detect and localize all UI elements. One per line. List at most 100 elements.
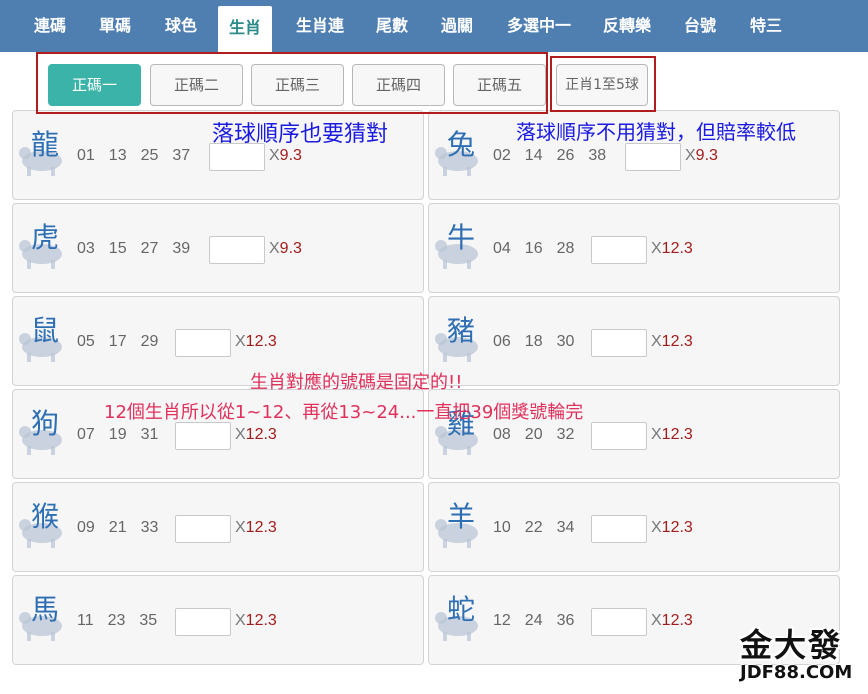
bet-amount-input[interactable] <box>625 143 681 171</box>
nav-item-wei-shu[interactable]: 尾數 <box>364 4 420 48</box>
odds-label: X12.3 <box>651 576 693 666</box>
nav-item-sheng-xiao-lian[interactable]: 生肖連 <box>284 4 356 48</box>
zodiac-number: 21 <box>108 519 127 536</box>
zodiac-numbers: 09 21 33 <box>77 483 172 573</box>
bet-amount-input[interactable] <box>209 236 265 264</box>
zodiac-number: 12 <box>493 612 511 629</box>
odds-prefix: X <box>651 612 662 629</box>
odds-value: 9.3 <box>695 147 718 164</box>
odds-value: 9.3 <box>279 147 302 164</box>
odds-label: X12.3 <box>235 576 277 666</box>
bet-amount-input[interactable] <box>175 608 231 636</box>
zodiac-name: 豬 <box>447 314 476 347</box>
zodiac-number: 17 <box>108 333 127 350</box>
odds-prefix: X <box>269 240 280 257</box>
zodiac-number: 37 <box>172 147 191 164</box>
nav-item-te-san[interactable]: 特三 <box>736 4 796 48</box>
odds-prefix: X <box>235 426 246 443</box>
zodiac-card: 馬 11 23 35 X12.3 <box>12 575 424 665</box>
zodiac-name: 兔 <box>447 128 476 161</box>
horse-icon: 馬 <box>17 588 69 654</box>
zodiac-number: 27 <box>140 240 159 257</box>
bet-amount-input[interactable] <box>591 422 647 450</box>
rabbit-icon: 兔 <box>433 123 485 189</box>
odds-label: X9.3 <box>269 204 302 294</box>
odds-value: 9.3 <box>279 240 302 257</box>
odds-value: 12.3 <box>661 426 693 443</box>
zodiac-numbers: 05 17 29 <box>77 297 172 387</box>
zodiac-number: 11 <box>77 612 94 629</box>
zodiac-card: 羊 10 22 34 X12.3 <box>428 482 840 572</box>
zodiac-number: 39 <box>172 240 191 257</box>
odds-value: 12.3 <box>245 333 277 350</box>
zodiac-number: 07 <box>77 426 95 443</box>
zodiac-number: 36 <box>556 612 575 629</box>
zodiac-number: 04 <box>493 240 511 257</box>
nav-item-fan-zhuan-le[interactable]: 反轉樂 <box>592 4 662 48</box>
zodiac-number: 06 <box>493 333 511 350</box>
snake-icon: 蛇 <box>433 588 485 654</box>
annotation-rotation-note: 12個生肖所以從1~12、再從13~24...一直把39個獎號輪完 <box>104 402 584 423</box>
odds-label: X12.3 <box>235 483 277 573</box>
zodiac-card: 虎 03 15 27 39 X9.3 <box>12 203 424 293</box>
zodiac-name: 虎 <box>31 221 60 254</box>
odds-prefix: X <box>235 612 246 629</box>
zodiac-number: 05 <box>77 333 95 350</box>
bet-amount-input[interactable] <box>591 515 647 543</box>
zodiac-name: 龍 <box>31 128 60 161</box>
zodiac-number: 28 <box>556 240 575 257</box>
nav-item-tai-hao[interactable]: 台號 <box>670 4 730 48</box>
zodiac-name: 狗 <box>31 407 60 440</box>
tiger-icon: 虎 <box>17 216 69 282</box>
odds-value: 12.3 <box>661 240 693 257</box>
odds-prefix: X <box>235 519 246 536</box>
odds-value: 12.3 <box>245 612 277 629</box>
zodiac-number: 18 <box>524 333 543 350</box>
nav-item-qiu-se[interactable]: 球色 <box>152 4 210 48</box>
zodiac-number: 10 <box>493 519 511 536</box>
zodiac-number: 33 <box>140 519 159 536</box>
rat-icon: 鼠 <box>17 309 69 375</box>
nav-item-dan-ma[interactable]: 單碼 <box>86 4 144 48</box>
odds-value: 12.3 <box>245 426 277 443</box>
zodiac-number: 25 <box>140 147 159 164</box>
zodiac-number: 01 <box>77 147 95 164</box>
top-nav: 連碼 單碼 球色 生肖 生肖連 尾數 過關 多選中一 反轉樂 台號 特三 <box>0 0 868 52</box>
bet-amount-input[interactable] <box>175 329 231 357</box>
zodiac-numbers: 06 18 30 <box>493 297 588 387</box>
dragon-icon: 龍 <box>17 123 69 189</box>
odds-prefix: X <box>269 147 280 164</box>
nav-item-guo-guan[interactable]: 過關 <box>428 4 486 48</box>
annotation-fixed-numbers: 生肖對應的號碼是固定的!! <box>250 372 463 393</box>
highlight-box-ordered <box>36 52 548 114</box>
watermark-url: JDF88.COM <box>740 662 853 683</box>
nav-item-duo-xuan[interactable]: 多選中一 <box>494 4 584 48</box>
zodiac-number: 13 <box>108 147 127 164</box>
odds-prefix: X <box>685 147 696 164</box>
odds-prefix: X <box>651 333 662 350</box>
zodiac-number: 16 <box>524 240 543 257</box>
odds-value: 12.3 <box>661 612 693 629</box>
bet-amount-input[interactable] <box>175 515 231 543</box>
zodiac-name: 猴 <box>31 500 60 533</box>
bet-amount-input[interactable] <box>591 608 647 636</box>
bet-amount-input[interactable] <box>175 422 231 450</box>
odds-label: X12.3 <box>651 204 693 294</box>
zodiac-name: 牛 <box>447 221 476 254</box>
nav-item-sheng-xiao[interactable]: 生肖 <box>218 6 272 52</box>
odds-prefix: X <box>651 240 662 257</box>
zodiac-name: 蛇 <box>447 593 476 626</box>
ox-icon: 牛 <box>433 216 485 282</box>
odds-label: X12.3 <box>651 297 693 387</box>
annotation-unordered: 落球順序不用猜對，但賠率較低 <box>516 120 796 144</box>
bet-amount-input[interactable] <box>591 329 647 357</box>
zodiac-card: 豬 06 18 30 X12.3 <box>428 296 840 386</box>
odds-prefix: X <box>651 426 662 443</box>
zodiac-numbers: 04 16 28 <box>493 204 588 294</box>
bet-amount-input[interactable] <box>591 236 647 264</box>
nav-item-lian-ma[interactable]: 連碼 <box>20 4 80 48</box>
zodiac-name: 羊 <box>447 500 476 533</box>
zodiac-card: 牛 04 16 28 X12.3 <box>428 203 840 293</box>
zodiac-number: 35 <box>139 612 158 629</box>
zodiac-number: 03 <box>77 240 95 257</box>
